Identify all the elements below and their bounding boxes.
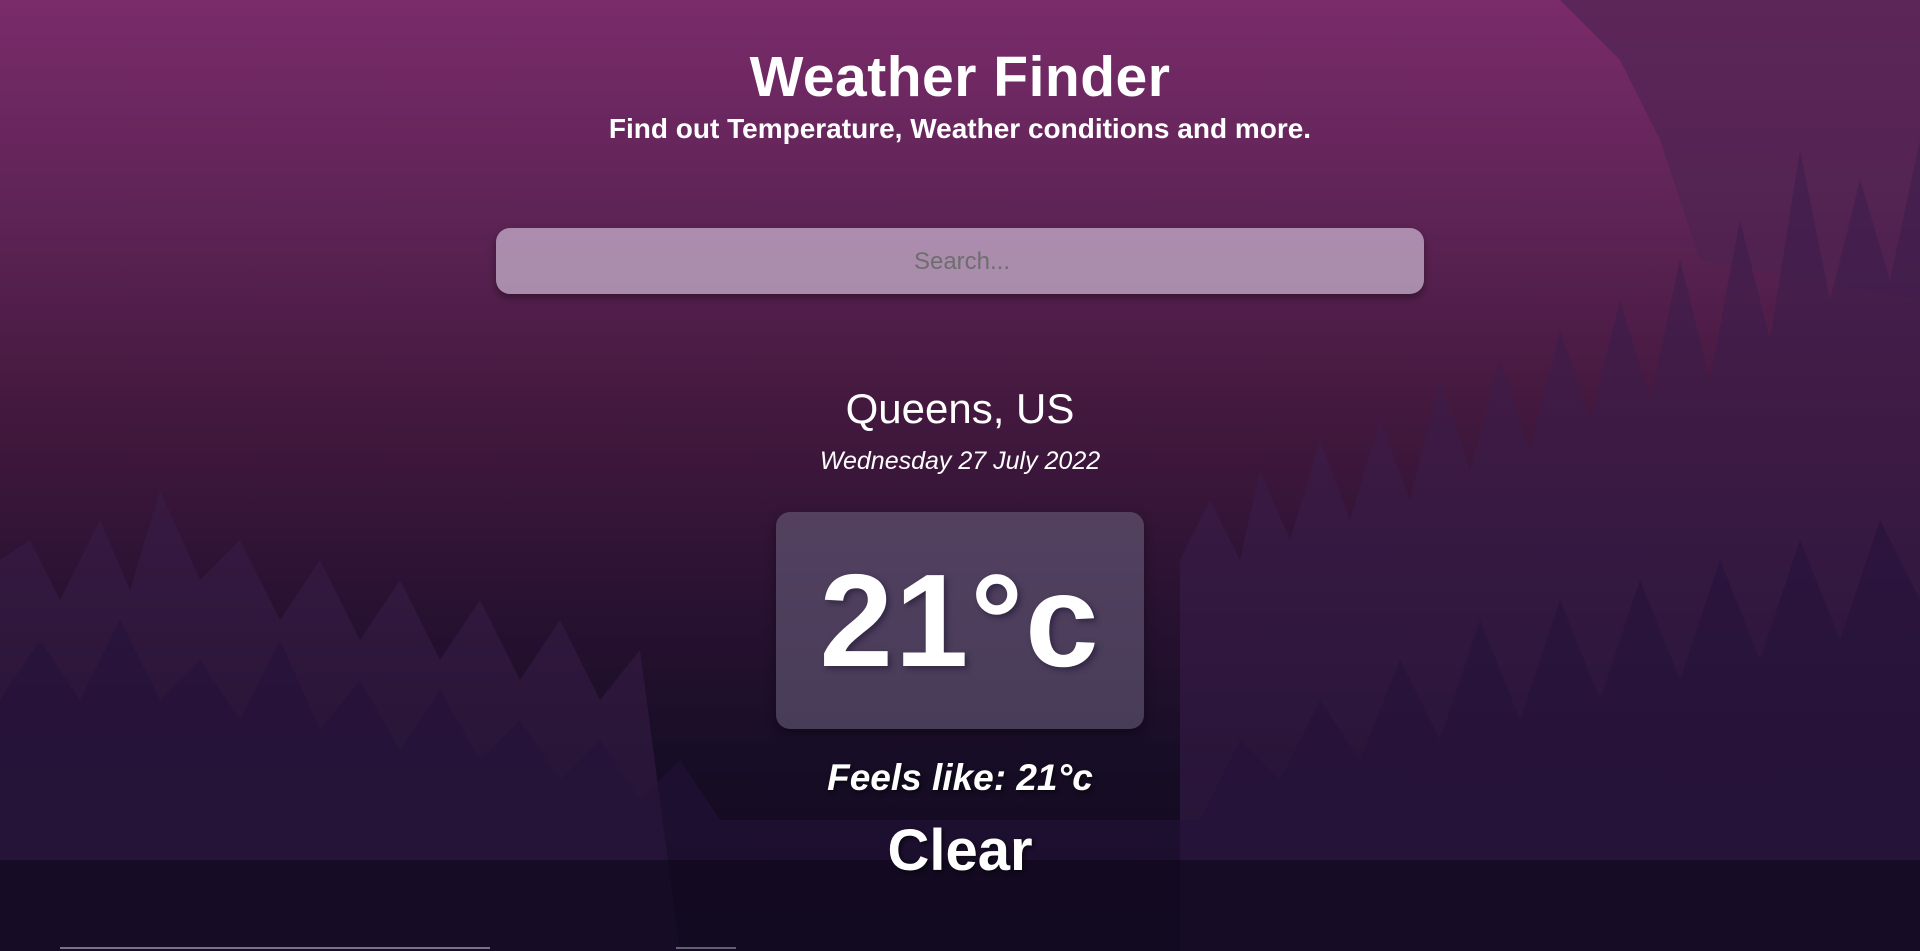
horizontal-scrollbar-thumb[interactable]: [676, 947, 736, 949]
temperature-card: 21°c: [776, 512, 1144, 729]
horizontal-scrollbar[interactable]: [60, 947, 490, 949]
weather-condition: Clear: [887, 818, 1033, 883]
page-subtitle: Find out Temperature, Weather conditions…: [608, 113, 1312, 144]
location-name: Queens, US: [845, 385, 1075, 432]
weather-app: Weather Finder Find out Temperature, Wea…: [0, 0, 1920, 951]
current-date: Wednesday 27 July 2022: [819, 447, 1101, 475]
search-input[interactable]: [496, 228, 1428, 296]
search-box: [496, 228, 1428, 296]
header: Weather Finder Find out Temperature, Wea…: [0, 44, 1920, 146]
feels-like-text: Feels like: 21°c: [827, 757, 1093, 798]
temperature-value: 21°c: [819, 547, 1101, 694]
page-title: Weather Finder: [749, 45, 1171, 109]
